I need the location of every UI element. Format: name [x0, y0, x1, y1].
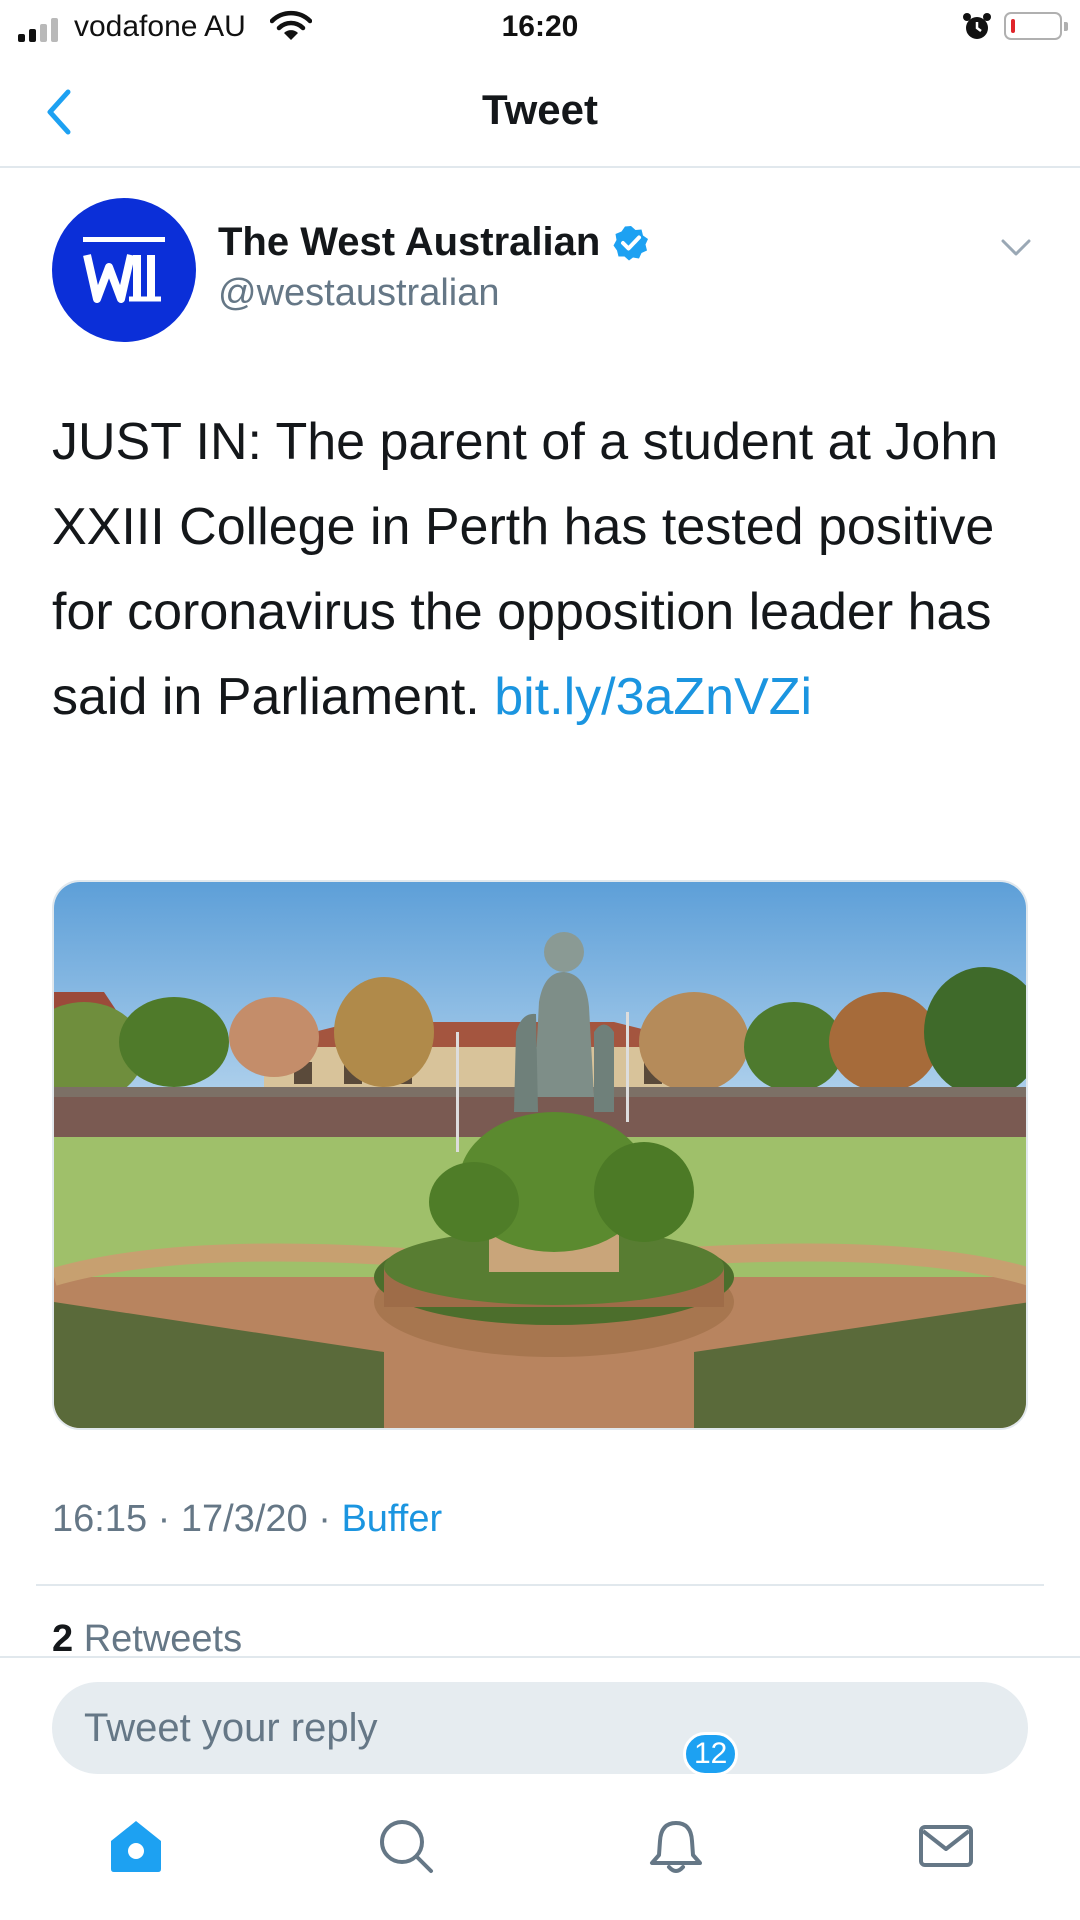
tweet-link[interactable]: bit.ly/​3aZnVZi [494, 668, 812, 726]
west-australian-logo [83, 237, 165, 303]
divider [36, 1584, 1044, 1586]
statue-photo [54, 882, 1026, 1428]
retweet-count-value: 2 [52, 1618, 74, 1660]
reply-bar: Tweet your reply 12 [0, 1656, 1080, 1920]
battery-icon [1004, 12, 1068, 40]
author-handle[interactable]: @westaustralian [218, 272, 499, 315]
tweet-date: 17/3/20 [180, 1498, 308, 1540]
home-icon [111, 1821, 161, 1872]
tweet-time: 16:15 [52, 1498, 148, 1540]
author-name-text: The West Australian [218, 220, 601, 264]
tweet-text: JUST IN: The parent of a student at John… [52, 400, 1042, 740]
messages-icon [919, 1825, 973, 1867]
tab-messages[interactable] [906, 1806, 986, 1886]
battery-level [1011, 19, 1015, 33]
status-time: 16:20 [501, 10, 579, 43]
tab-home[interactable] [96, 1806, 176, 1886]
avatar[interactable] [52, 198, 196, 342]
tweet-source[interactable]: Buffer [341, 1498, 442, 1540]
retweet-count[interactable]: 2 Retweets [52, 1618, 242, 1661]
reply-input[interactable]: Tweet your reply [52, 1682, 1028, 1774]
tab-search[interactable] [366, 1806, 446, 1886]
tweet-image[interactable] [52, 880, 1028, 1430]
status-bar: vodafone AU 16:20 [0, 0, 1080, 56]
author-name[interactable]: The West Australian [218, 220, 650, 265]
alarm-icon [962, 12, 992, 47]
nav-header: Tweet [0, 56, 1080, 168]
notifications-icon [650, 1821, 702, 1873]
tweet-detail-screen: vodafone AU 16:20 Tweet The West Austral… [0, 0, 1080, 1920]
search-icon [380, 1820, 433, 1873]
notification-badge: 12 [683, 1732, 739, 1776]
chevron-down-icon[interactable] [1000, 236, 1032, 260]
verified-badge-icon [613, 225, 649, 260]
page-title: Tweet [482, 86, 598, 133]
tab-notifications[interactable] [636, 1806, 716, 1886]
tweet-timestamp: 16:15 · 17/3/20 · Buffer [52, 1498, 443, 1540]
retweet-count-label: Retweets [83, 1618, 243, 1660]
